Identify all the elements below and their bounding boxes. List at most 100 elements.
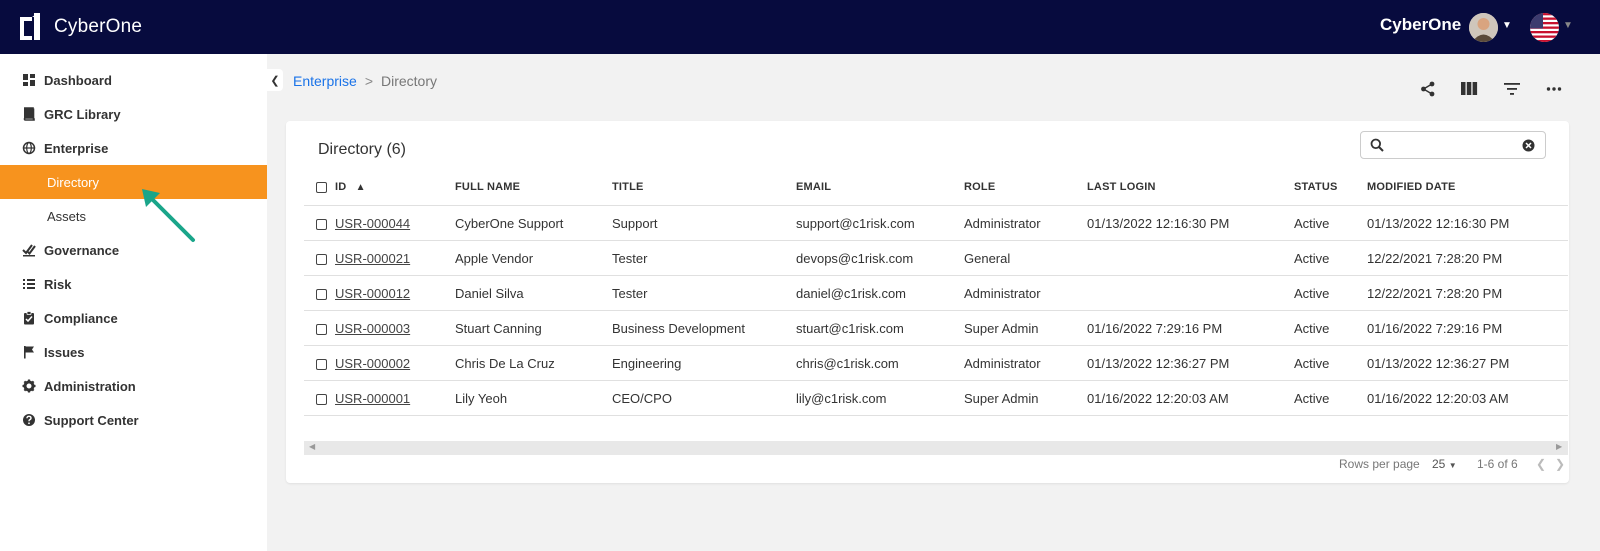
sidebar-item-enterprise[interactable]: Enterprise [0,131,267,165]
cell-role: Administrator [964,216,1041,231]
select-all-checkbox[interactable] [316,182,327,193]
sidebar-item-risk[interactable]: Risk [0,267,267,301]
sort-ascending-icon[interactable]: ▲ [356,182,366,193]
help-icon [23,414,35,426]
sidebar-item-governance[interactable]: Governance [0,233,267,267]
filter-icon[interactable] [1503,80,1521,98]
search-input[interactable] [1360,131,1546,159]
cell-modified-date: 01/13/2022 12:16:30 PM [1367,216,1510,231]
sidebar-item-grc-library[interactable]: GRC Library [0,97,267,131]
cyberone-logo-icon [20,13,40,40]
cell-last-login: 01/16/2022 12:20:03 AM [1087,391,1229,406]
cell-title: Tester [612,286,648,301]
cell-email: support@c1risk.com [796,216,915,231]
cell-status: Active [1294,251,1330,266]
cell-modified-date: 01/16/2022 12:20:03 AM [1367,391,1509,406]
org-name[interactable]: CyberOne [1380,15,1461,35]
pagination-range: 1-6 of 6 [1477,457,1518,471]
sidebar-item-label: GRC Library [44,106,121,122]
cell-modified-date: 01/13/2022 12:36:27 PM [1367,356,1510,371]
sidebar-item-support-center[interactable]: Support Center [0,403,267,437]
sidebar-item-label: Enterprise [44,140,109,156]
row-divider [304,345,1568,346]
cell-modified-date: 12/22/2021 7:28:20 PM [1367,251,1503,266]
app-logo[interactable]: CyberOne [18,13,142,40]
cell-full-name: Chris De La Cruz [455,356,555,371]
cell-title: Support [612,216,658,231]
cell-status: Active [1294,321,1330,336]
cell-email: chris@c1risk.com [796,356,899,371]
user-menu-caret-icon[interactable]: ▼ [1502,20,1512,31]
sidebar-item-label: Risk [44,276,72,292]
cell-full-name: Apple Vendor [455,251,534,266]
more-options-icon[interactable] [1545,80,1563,98]
cell-role: Super Admin [964,391,1039,406]
cell-id[interactable]: USR-000012 [335,286,410,301]
share-icon[interactable] [1419,80,1437,98]
rows-per-page-select[interactable]: 25 ▼ [1432,457,1457,471]
cell-full-name: Daniel Silva [455,286,524,301]
flag-icon [24,346,34,359]
row-checkbox[interactable] [316,254,327,265]
row-divider [304,275,1568,276]
column-header-label: ID [335,181,347,193]
previous-page-icon[interactable]: ❮ [1536,457,1546,471]
search-icon [1370,138,1384,152]
sidebar-item-label: Issues [44,344,85,360]
user-avatar[interactable] [1469,13,1498,42]
row-divider [304,240,1568,241]
column-header-full-name[interactable]: FULL NAME [455,181,520,193]
logo-text: CyberOne [54,15,143,37]
row-checkbox[interactable] [316,324,327,335]
cell-id[interactable]: USR-000044 [335,216,410,231]
list-icon [23,279,35,289]
sidebar-item-label: Administration [44,378,136,394]
row-checkbox[interactable] [316,394,327,405]
column-header-email[interactable]: EMAIL [796,181,831,193]
cell-full-name: CyberOne Support [455,216,564,231]
sidebar-item-dashboard[interactable]: Dashboard [0,63,267,97]
cell-id[interactable]: USR-000021 [335,251,410,266]
column-header-modified-date[interactable]: MODIFIED DATE [1367,181,1456,193]
breadcrumb-separator: > [364,73,373,89]
sidebar-item-label: Dashboard [44,72,112,88]
row-checkbox[interactable] [316,359,327,370]
column-header-last-login[interactable]: LAST LOGIN [1087,181,1156,193]
cell-id[interactable]: USR-000002 [335,356,410,371]
sidebar-item-compliance[interactable]: Compliance [0,301,267,335]
breadcrumb-enterprise-link[interactable]: Enterprise [293,73,357,89]
row-checkbox[interactable] [316,289,327,300]
globe-icon [22,141,36,155]
dashboard-icon [23,74,35,86]
sidebar-item-assets[interactable]: Assets [0,199,267,233]
cell-status: Active [1294,286,1330,301]
horizontal-scrollbar[interactable]: ◀ ▶ [304,441,1568,455]
column-header-status[interactable]: STATUS [1294,181,1338,193]
table-title: Directory (6) [318,141,407,158]
cell-last-login: 01/16/2022 7:29:16 PM [1087,321,1223,336]
cell-role: General [964,251,1011,266]
cell-id[interactable]: USR-000003 [335,321,410,336]
scroll-right-icon[interactable]: ▶ [1556,442,1562,451]
chevron-left-icon: ❮ [270,74,280,87]
sidebar-item-issues[interactable]: Issues [0,335,267,369]
sidebar-item-directory[interactable]: Directory [0,165,267,199]
cell-role: Administrator [964,356,1041,371]
scroll-left-icon[interactable]: ◀ [309,442,315,451]
column-header-id[interactable]: ID ▲ [335,181,366,193]
cell-id[interactable]: USR-000001 [335,391,410,406]
cell-modified-date: 01/16/2022 7:29:16 PM [1367,321,1503,336]
collapse-sidebar-button[interactable]: ❮ [267,69,283,91]
language-flag-us[interactable] [1530,13,1559,42]
next-page-icon[interactable]: ❯ [1555,457,1565,471]
column-header-role[interactable]: ROLE [964,181,995,193]
columns-icon[interactable] [1460,80,1478,98]
sidebar-item-label: Governance [44,242,120,258]
sidebar-item-administration[interactable]: Administration [0,369,267,403]
clear-search-icon[interactable] [1522,139,1535,152]
column-header-title[interactable]: TITLE [612,181,644,193]
double-check-icon [22,244,36,257]
language-caret-icon[interactable]: ▼ [1563,20,1573,31]
cell-last-login: 01/13/2022 12:16:30 PM [1087,216,1230,231]
row-checkbox[interactable] [316,219,327,230]
